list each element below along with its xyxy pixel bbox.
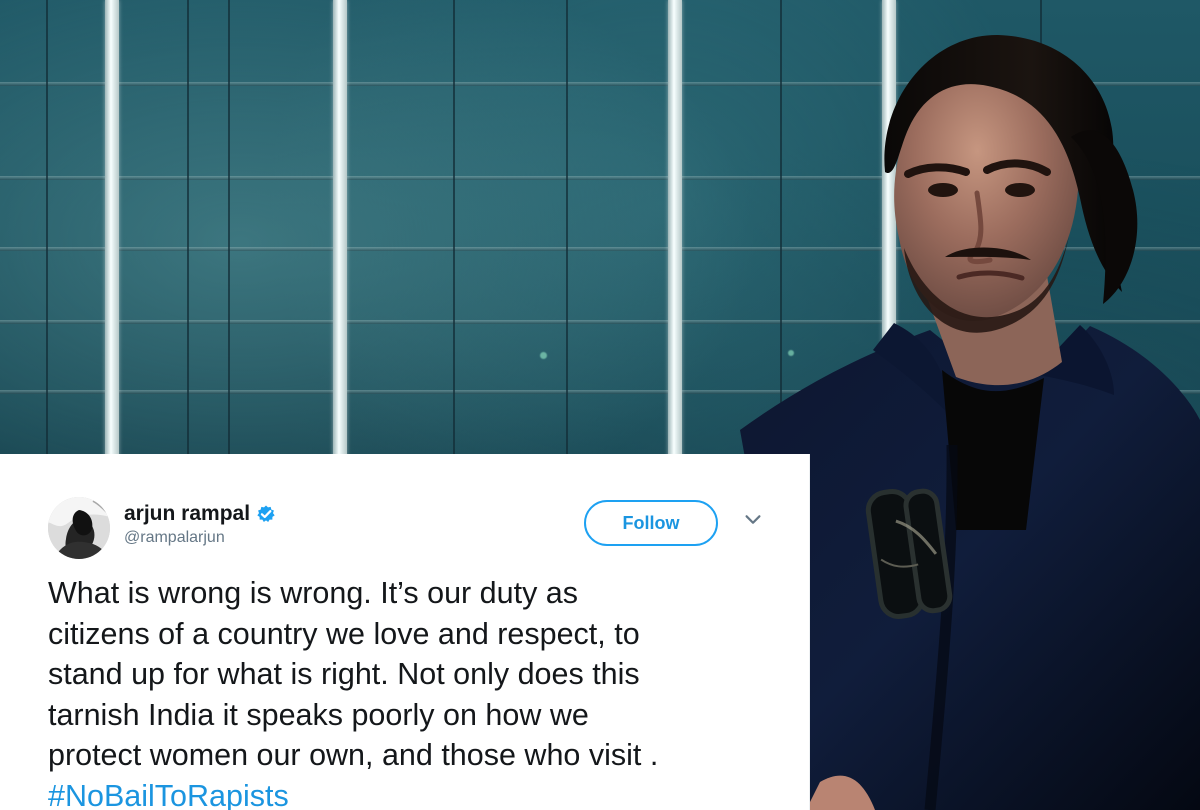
author-display-name[interactable]: arjun rampal	[124, 502, 250, 526]
white-window-mullion	[105, 0, 119, 470]
author-meta: arjun rampal @rampalarjun	[124, 502, 374, 550]
tweet-text-line: tarnish India it speaks poorly on how we	[48, 697, 589, 732]
tweet-body: What is wrong is wrong. It’s our duty as…	[48, 573, 768, 810]
left-eye-shape	[928, 183, 958, 197]
tweet-text-line: stand up for what is right. Not only doe…	[48, 657, 640, 691]
tweet-header: arjun rampal @rampalarjun Follow	[48, 497, 778, 559]
verified-icon	[257, 505, 275, 522]
chevron-down-icon[interactable]	[742, 509, 764, 531]
green-light-spot	[540, 352, 547, 359]
embedded-tweet-card: arjun rampal @rampalarjun Follow What is…	[0, 454, 810, 810]
right-eye-shape	[1005, 183, 1035, 197]
tweet-screenshot-composite: arjun rampal @rampalarjun Follow What is…	[0, 0, 1200, 810]
white-window-mullion	[333, 0, 347, 470]
author-handle[interactable]: @rampalarjun	[124, 529, 374, 547]
profile-photo-icon	[48, 497, 110, 559]
hashtag-link[interactable]: #NoBailToRapists	[48, 776, 768, 810]
tweet-text-line: citizens of a country we love and respec…	[48, 616, 640, 651]
sunglasses-shape	[865, 488, 953, 619]
white-window-mullion	[668, 0, 682, 470]
tweet-text-line: What is wrong is wrong. It’s our duty as	[48, 576, 579, 610]
display-name-row: arjun rampal	[124, 502, 374, 526]
tweet-text-line: protect women our own, and those who vis…	[48, 738, 659, 772]
avatar[interactable]	[48, 497, 110, 559]
follow-button[interactable]: Follow	[584, 500, 718, 546]
